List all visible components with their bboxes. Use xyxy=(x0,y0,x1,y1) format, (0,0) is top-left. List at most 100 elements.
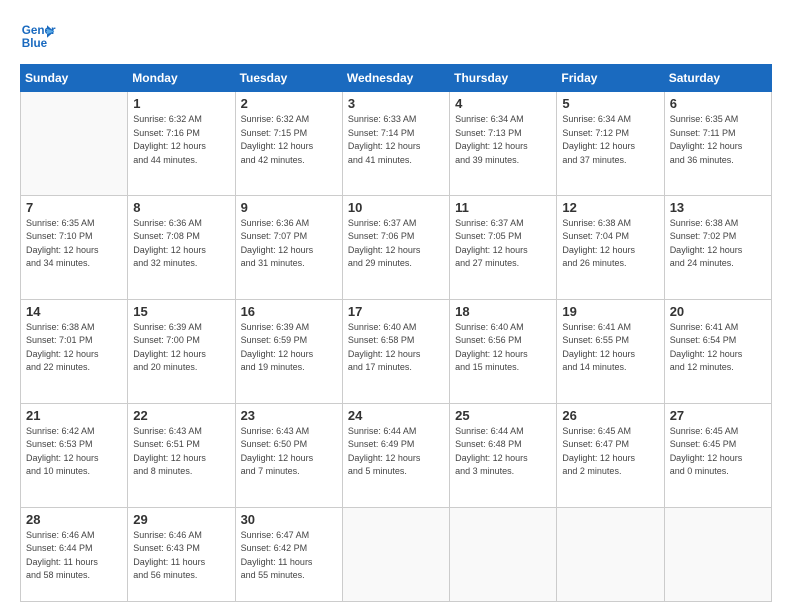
day-info: Sunrise: 6:44 AM Sunset: 6:49 PM Dayligh… xyxy=(348,425,444,479)
calendar-cell: 25Sunrise: 6:44 AM Sunset: 6:48 PM Dayli… xyxy=(450,403,557,507)
day-number: 18 xyxy=(455,304,551,319)
calendar-cell: 2Sunrise: 6:32 AM Sunset: 7:15 PM Daylig… xyxy=(235,92,342,196)
day-info: Sunrise: 6:33 AM Sunset: 7:14 PM Dayligh… xyxy=(348,113,444,167)
day-number: 26 xyxy=(562,408,658,423)
calendar-cell: 13 Sunrise: 6:38 AM Sunset: 7:02 PM Dayli… xyxy=(664,195,771,299)
day-info: Sunrise: 6:43 AM Sunset: 6:50 PM Dayligh… xyxy=(241,425,337,479)
calendar-cell: 8Sunrise: 6:36 AM Sunset: 7:08 PM Daylig… xyxy=(128,195,235,299)
calendar-cell: 26 Sunrise: 6:45 AM Sunset: 6:47 PM Dayli… xyxy=(557,403,664,507)
day-info: Sunrise: 6:35 AM Sunset: 7:10 PM Dayligh… xyxy=(26,217,122,271)
calendar-cell: 27 Sunrise: 6:45 AM Sunset: 6:45 PM Dayli… xyxy=(664,403,771,507)
calendar-cell: 3 Sunrise: 6:33 AM Sunset: 7:14 PM Daylig… xyxy=(342,92,449,196)
calendar-week-row: 28Sunrise: 6:46 AM Sunset: 6:44 PM Dayli… xyxy=(21,507,772,602)
day-number: 5 xyxy=(562,96,658,111)
day-number: 13 xyxy=(670,200,766,215)
calendar-week-row: 21 Sunrise: 6:42 AM Sunset: 6:53 PM Dayli… xyxy=(21,403,772,507)
weekday-header-row: SundayMondayTuesdayWednesdayThursdayFrid… xyxy=(21,65,772,92)
day-info: Sunrise: 6:32 AM Sunset: 7:16 PM Dayligh… xyxy=(133,113,229,167)
calendar-cell: 14 Sunrise: 6:38 AM Sunset: 7:01 PM Dayli… xyxy=(21,299,128,403)
day-info: Sunrise: 6:39 AM Sunset: 7:00 PM Dayligh… xyxy=(133,321,229,375)
calendar-cell xyxy=(557,507,664,602)
day-number: 10 xyxy=(348,200,444,215)
day-info: Sunrise: 6:37 AM Sunset: 7:06 PM Dayligh… xyxy=(348,217,444,271)
day-info: Sunrise: 6:36 AM Sunset: 7:07 PM Dayligh… xyxy=(241,217,337,271)
calendar-cell xyxy=(21,92,128,196)
day-info: Sunrise: 6:43 AM Sunset: 6:51 PM Dayligh… xyxy=(133,425,229,479)
calendar-cell: 5 Sunrise: 6:34 AM Sunset: 7:12 PM Daylig… xyxy=(557,92,664,196)
weekday-header: Sunday xyxy=(21,65,128,92)
day-number: 9 xyxy=(241,200,337,215)
day-number: 14 xyxy=(26,304,122,319)
calendar-cell: 29 Sunrise: 6:46 AM Sunset: 6:43 PM Dayli… xyxy=(128,507,235,602)
calendar-cell: 21 Sunrise: 6:42 AM Sunset: 6:53 PM Dayli… xyxy=(21,403,128,507)
day-info: Sunrise: 6:47 AM Sunset: 6:42 PM Dayligh… xyxy=(241,529,337,583)
day-info: Sunrise: 6:36 AM Sunset: 7:08 PM Dayligh… xyxy=(133,217,229,271)
calendar-cell: 23 Sunrise: 6:43 AM Sunset: 6:50 PM Dayli… xyxy=(235,403,342,507)
day-number: 20 xyxy=(670,304,766,319)
weekday-header: Wednesday xyxy=(342,65,449,92)
calendar-cell: 1 Sunrise: 6:32 AM Sunset: 7:16 PM Daylig… xyxy=(128,92,235,196)
day-info: Sunrise: 6:41 AM Sunset: 6:55 PM Dayligh… xyxy=(562,321,658,375)
calendar-week-row: 7 Sunrise: 6:35 AM Sunset: 7:10 PM Daylig… xyxy=(21,195,772,299)
day-number: 11 xyxy=(455,200,551,215)
day-info: Sunrise: 6:44 AM Sunset: 6:48 PM Dayligh… xyxy=(455,425,551,479)
day-number: 12 xyxy=(562,200,658,215)
day-info: Sunrise: 6:45 AM Sunset: 6:47 PM Dayligh… xyxy=(562,425,658,479)
day-number: 24 xyxy=(348,408,444,423)
day-number: 16 xyxy=(241,304,337,319)
day-info: Sunrise: 6:46 AM Sunset: 6:43 PM Dayligh… xyxy=(133,529,229,583)
calendar-cell xyxy=(342,507,449,602)
day-info: Sunrise: 6:38 AM Sunset: 7:01 PM Dayligh… xyxy=(26,321,122,375)
day-number: 27 xyxy=(670,408,766,423)
day-number: 1 xyxy=(133,96,229,111)
day-number: 4 xyxy=(455,96,551,111)
day-info: Sunrise: 6:34 AM Sunset: 7:13 PM Dayligh… xyxy=(455,113,551,167)
calendar-cell: 22 Sunrise: 6:43 AM Sunset: 6:51 PM Dayli… xyxy=(128,403,235,507)
calendar-cell: 17 Sunrise: 6:40 AM Sunset: 6:58 PM Dayli… xyxy=(342,299,449,403)
day-info: Sunrise: 6:35 AM Sunset: 7:11 PM Dayligh… xyxy=(670,113,766,167)
day-info: Sunrise: 6:34 AM Sunset: 7:12 PM Dayligh… xyxy=(562,113,658,167)
day-info: Sunrise: 6:38 AM Sunset: 7:02 PM Dayligh… xyxy=(670,217,766,271)
calendar-table: SundayMondayTuesdayWednesdayThursdayFrid… xyxy=(20,64,772,602)
day-info: Sunrise: 6:45 AM Sunset: 6:45 PM Dayligh… xyxy=(670,425,766,479)
page: General Blue SundayMondayTuesdayWednesda… xyxy=(0,0,792,612)
day-number: 22 xyxy=(133,408,229,423)
day-number: 2 xyxy=(241,96,337,111)
calendar-week-row: 14 Sunrise: 6:38 AM Sunset: 7:01 PM Dayli… xyxy=(21,299,772,403)
weekday-header: Friday xyxy=(557,65,664,92)
calendar-cell: 10 Sunrise: 6:37 AM Sunset: 7:06 PM Dayli… xyxy=(342,195,449,299)
weekday-header: Saturday xyxy=(664,65,771,92)
logo: General Blue xyxy=(20,18,56,54)
calendar-cell: 11 Sunrise: 6:37 AM Sunset: 7:05 PM Dayli… xyxy=(450,195,557,299)
day-number: 6 xyxy=(670,96,766,111)
day-number: 21 xyxy=(26,408,122,423)
weekday-header: Monday xyxy=(128,65,235,92)
day-info: Sunrise: 6:42 AM Sunset: 6:53 PM Dayligh… xyxy=(26,425,122,479)
day-info: Sunrise: 6:40 AM Sunset: 6:56 PM Dayligh… xyxy=(455,321,551,375)
calendar-cell: 7 Sunrise: 6:35 AM Sunset: 7:10 PM Daylig… xyxy=(21,195,128,299)
day-info: Sunrise: 6:38 AM Sunset: 7:04 PM Dayligh… xyxy=(562,217,658,271)
day-number: 17 xyxy=(348,304,444,319)
calendar-cell: 28Sunrise: 6:46 AM Sunset: 6:44 PM Dayli… xyxy=(21,507,128,602)
day-info: Sunrise: 6:40 AM Sunset: 6:58 PM Dayligh… xyxy=(348,321,444,375)
svg-text:Blue: Blue xyxy=(22,37,48,50)
day-info: Sunrise: 6:37 AM Sunset: 7:05 PM Dayligh… xyxy=(455,217,551,271)
calendar-cell: 12 Sunrise: 6:38 AM Sunset: 7:04 PM Dayli… xyxy=(557,195,664,299)
day-number: 7 xyxy=(26,200,122,215)
day-number: 19 xyxy=(562,304,658,319)
day-number: 28 xyxy=(26,512,122,527)
weekday-header: Tuesday xyxy=(235,65,342,92)
day-number: 29 xyxy=(133,512,229,527)
day-info: Sunrise: 6:41 AM Sunset: 6:54 PM Dayligh… xyxy=(670,321,766,375)
calendar-cell xyxy=(664,507,771,602)
day-info: Sunrise: 6:39 AM Sunset: 6:59 PM Dayligh… xyxy=(241,321,337,375)
day-number: 23 xyxy=(241,408,337,423)
logo-icon: General Blue xyxy=(20,18,56,54)
header: General Blue xyxy=(20,18,772,54)
calendar-cell: 9 Sunrise: 6:36 AM Sunset: 7:07 PM Daylig… xyxy=(235,195,342,299)
calendar-cell: 16 Sunrise: 6:39 AM Sunset: 6:59 PM Dayli… xyxy=(235,299,342,403)
calendar-cell: 30Sunrise: 6:47 AM Sunset: 6:42 PM Dayli… xyxy=(235,507,342,602)
calendar-cell: 6 Sunrise: 6:35 AM Sunset: 7:11 PM Daylig… xyxy=(664,92,771,196)
day-number: 3 xyxy=(348,96,444,111)
weekday-header: Thursday xyxy=(450,65,557,92)
